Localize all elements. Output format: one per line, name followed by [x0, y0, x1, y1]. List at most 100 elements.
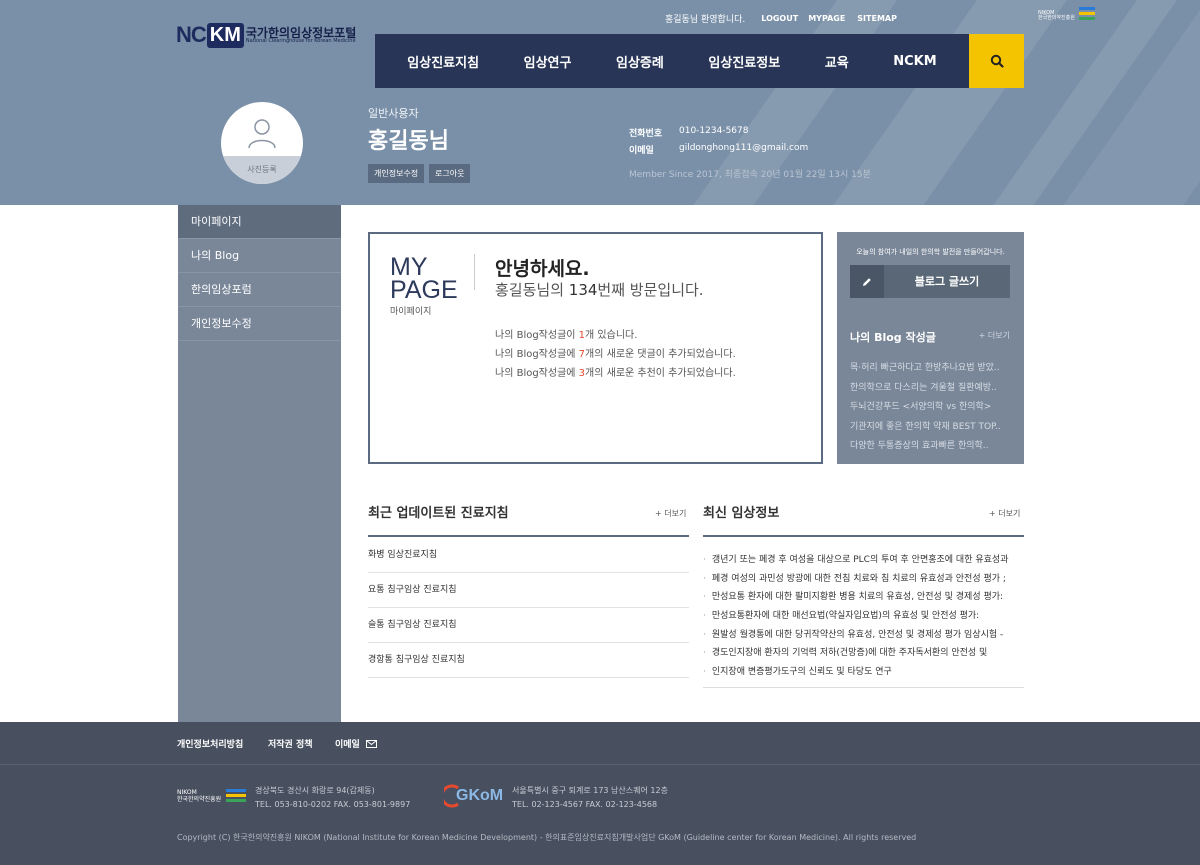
member-since: Member Since 2017, 최종접속 20년 01월 22일 13시 … — [629, 170, 871, 180]
footer-gkom-logo: GKoM — [444, 783, 503, 809]
clinical-info-item[interactable]: · 만성요통환자에 대한 매선요법(약실자입요법)의 유효성 및 안전성 평가: — [703, 608, 1024, 621]
title-divider — [474, 254, 475, 290]
privacy-policy-link[interactable]: 개인정보처리방침 — [177, 737, 243, 750]
notice-text: 나의 Blog작성글에 — [495, 368, 579, 379]
notice-text: 개의 새로운 댓글이 추가되었습니다. — [585, 349, 736, 360]
clinical-info-text: 폐경 여성의 과민성 방광에 대한 전침 치료와 침 치료의 유효성과 안전성 … — [711, 574, 1006, 584]
sidebar: 마이페이지 나의 Blog 한의임상포럼 개인정보수정 — [178, 205, 341, 722]
top-utility-menu: 홍길동님 환영합니다. LOGOUT MYPAGE SITEMAP — [665, 12, 897, 25]
notice-text: 개의 새로운 추천이 추가되었습니다. — [585, 368, 736, 379]
email-label: 이메일 — [629, 146, 654, 156]
clinical-info-heading: 최신 임상정보 — [703, 506, 780, 521]
search-button[interactable] — [969, 34, 1024, 88]
visit-post: 번째 방문입니다. — [597, 281, 704, 299]
user-name: 홍길동님 — [368, 129, 449, 154]
greeting: 안녕하세요. — [495, 258, 590, 280]
clinical-info-item[interactable]: · 경도인지장애 환자의 기억력 저하(건망증)에 대한 주자독서환의 안전성 및 — [703, 645, 1024, 658]
visit-count: 134 — [568, 281, 598, 299]
blog-more-link[interactable]: + 더보기 — [979, 330, 1010, 341]
gkom-contact-line: TEL. 02-123-4567 FAX. 02-123-4568 — [512, 800, 658, 809]
visit-pre: 홍길동님의 — [495, 281, 569, 299]
clinical-info-item[interactable]: · 폐경 여성의 과민성 방광에 대한 전침 치료와 침 치료의 유효성과 안전성… — [703, 571, 1024, 584]
edit-profile-button[interactable]: 개인정보수정 — [368, 164, 425, 183]
sitemap-link[interactable]: SITEMAP — [857, 14, 897, 23]
nikom-emblem-icon — [1078, 7, 1095, 20]
guideline-item[interactable]: 슬통 침구임상 진료지침 — [368, 608, 689, 643]
main-nav: 임상진료지침 임상연구 임상증례 임상진료정보 교육 NCKM — [375, 34, 969, 88]
nikom-emblem-icon — [226, 789, 247, 802]
logout-link[interactable]: LOGOUT — [761, 14, 798, 23]
clinical-info-more-link[interactable]: + 더보기 — [989, 508, 1020, 519]
footer-nikom-line1: NIKOM — [177, 788, 197, 796]
sidebar-item-edit-profile[interactable]: 개인정보수정 — [178, 307, 341, 341]
nav-cases[interactable]: 임상증례 — [616, 52, 664, 71]
guidelines-rule — [368, 535, 689, 537]
mypage-link[interactable]: MYPAGE — [808, 14, 845, 23]
user-icon — [248, 119, 276, 149]
blog-post-item[interactable]: 한의학으로 다스리는 겨울철 질환예방.. — [850, 380, 997, 393]
notice-comments: 나의 Blog작성글에 7개의 새로운 댓글이 추가되었습니다. — [495, 345, 736, 360]
photo-upload-label[interactable]: 사진등록 — [221, 156, 303, 184]
notice-text: 나의 Blog작성글에 — [495, 349, 579, 360]
sidebar-item-mypage[interactable]: 마이페이지 — [178, 205, 341, 239]
email-value: gildonghong111@gmail.com — [679, 143, 809, 153]
search-icon — [990, 54, 1004, 68]
email-link[interactable]: 이메일 — [335, 737, 377, 750]
clinical-info-bottom-rule — [703, 687, 1024, 688]
profile-header: NC KM 국가한의임상정보포털 National Clearinghouse f… — [0, 0, 1200, 205]
clinical-info-text: 인지장애 변증평가도구의 신뢰도 및 타당도 연구 — [711, 667, 892, 677]
email-link-label: 이메일 — [335, 740, 360, 750]
gkom-address: 서울특별시 중구 퇴계로 173 남산스퀘어 12층 TEL. 02-123-4… — [512, 784, 668, 812]
blog-post-item[interactable]: 기관지에 좋은 한의학 약재 BEST TOP.. — [850, 419, 1001, 432]
welcome-text: 홍길동님 환영합니다. — [665, 15, 746, 25]
write-blog-label: 블로그 글쓰기 — [914, 275, 980, 288]
blog-post-item[interactable]: 목·허리 빠근하다고 한방추나요법 받았.. — [850, 360, 1000, 373]
clinical-info-item[interactable]: · 만성요통 환자에 대한 팔미지황환 병용 치료의 유효성, 안전성 및 경제성… — [703, 589, 1024, 602]
guideline-item[interactable]: 화병 임상진료지침 — [368, 538, 689, 573]
mypage-title: MY PAGE — [390, 255, 458, 304]
notice-text: 나의 Blog작성글이 — [495, 330, 579, 341]
clinical-info-item[interactable]: · 갱년기 또는 폐경 후 여성을 대상으로 PLC의 투여 후 안면홍조에 대한… — [703, 552, 1024, 565]
guideline-item[interactable]: 경항통 침구임상 진료지침 — [368, 643, 689, 678]
mypage-title-line2: PAGE — [390, 276, 458, 304]
avatar[interactable]: 사진등록 — [221, 102, 303, 184]
footer-info: NIKOM 한국한의약진흥원 경상북도 경산시 화랑로 94(갑제동) TEL.… — [0, 764, 1200, 865]
sidebar-item-forum[interactable]: 한의임상포럼 — [178, 273, 341, 307]
site-logo[interactable]: NC KM 국가한의임상정보포털 National Clearinghouse f… — [176, 22, 356, 48]
phone-label: 전화번호 — [629, 129, 663, 139]
mypage-subtitle: 마이페이지 — [390, 307, 432, 317]
footer-links: 개인정보처리방침 저작권 정책 이메일 — [0, 722, 1200, 764]
guidelines-more-link[interactable]: + 더보기 — [655, 508, 686, 519]
nikom-logo[interactable]: NIKOM 한국한의약진흥원 — [1038, 7, 1097, 22]
nikom-address: 경상북도 경산시 화랑로 94(갑제동) TEL. 053-810-0202 F… — [255, 784, 410, 812]
nav-clinical-info[interactable]: 임상진료정보 — [708, 52, 780, 71]
nav-research[interactable]: 임상연구 — [524, 52, 572, 71]
nav-education[interactable]: 교육 — [825, 52, 849, 71]
guidelines-heading: 최근 업데이트된 진료지침 — [368, 506, 509, 521]
nav-nckm[interactable]: NCKM — [893, 54, 936, 69]
sidebar-item-blog[interactable]: 나의 Blog — [178, 239, 341, 273]
visit-count-text: 홍길동님의 134번째 방문입니다. — [495, 279, 704, 300]
blog-post-item[interactable]: 다양한 두통증상의 효과빠른 한의학.. — [850, 438, 989, 451]
clinical-info-text: 갱년기 또는 폐경 후 여성을 대상으로 PLC의 투여 후 안면홍조에 대한 … — [711, 555, 1009, 565]
nav-guidelines[interactable]: 임상진료지침 — [407, 52, 479, 71]
notice-posts: 나의 Blog작성글이 1개 있습니다. — [495, 326, 637, 341]
clinical-info-text: 만성요통환자에 대한 매선요법(약실자입요법)의 유효성 및 안전성 평가: — [711, 611, 980, 621]
pencil-icon — [850, 265, 884, 298]
blog-panel-message: 오늘의 참여가 내일의 한의학 발전을 만들어갑니다. — [856, 248, 1005, 256]
logout-button[interactable]: 로그아웃 — [429, 164, 471, 183]
clinical-info-text: 만성요통 환자에 대한 팔미지황환 병용 치료의 유효성, 안전성 및 경제성 … — [711, 592, 1004, 602]
copyright-text: Copyright (C) 한국한의약진흥원 NIKOM (National I… — [177, 833, 917, 842]
clinical-info-item[interactable]: · 원발성 월경통에 대한 당귀작약산의 유효성, 안전성 및 경제성 평가 임상… — [703, 627, 1024, 640]
clinical-info-item[interactable]: · 인지장애 변증평가도구의 신뢰도 및 타당도 연구 — [703, 664, 1024, 677]
user-type: 일반사용자 — [368, 107, 419, 120]
blog-panel: 오늘의 참여가 내일의 한의학 발전을 만들어갑니다. 블로그 글쓰기 나의 B… — [837, 232, 1024, 464]
write-blog-button[interactable]: 블로그 글쓰기 — [850, 265, 1010, 298]
nikom-logo-line2: 한국한의약진흥원 — [1038, 15, 1075, 21]
clinical-info-text: 경도인지장애 환자의 기억력 저하(건망증)에 대한 주자독서환의 안전성 및 — [711, 648, 988, 658]
gkom-address-line: 서울특별시 중구 퇴계로 173 남산스퀘어 12층 — [512, 786, 668, 795]
guideline-item[interactable]: 요통 침구임상 진료지침 — [368, 573, 689, 608]
blog-post-item[interactable]: 두뇌건강푸드 <서양의학 vs 한의학> — [850, 399, 991, 412]
copyright-policy-link[interactable]: 저작권 정책 — [268, 737, 313, 750]
my-blog-posts-heading: 나의 Blog 작성글 — [850, 331, 936, 344]
